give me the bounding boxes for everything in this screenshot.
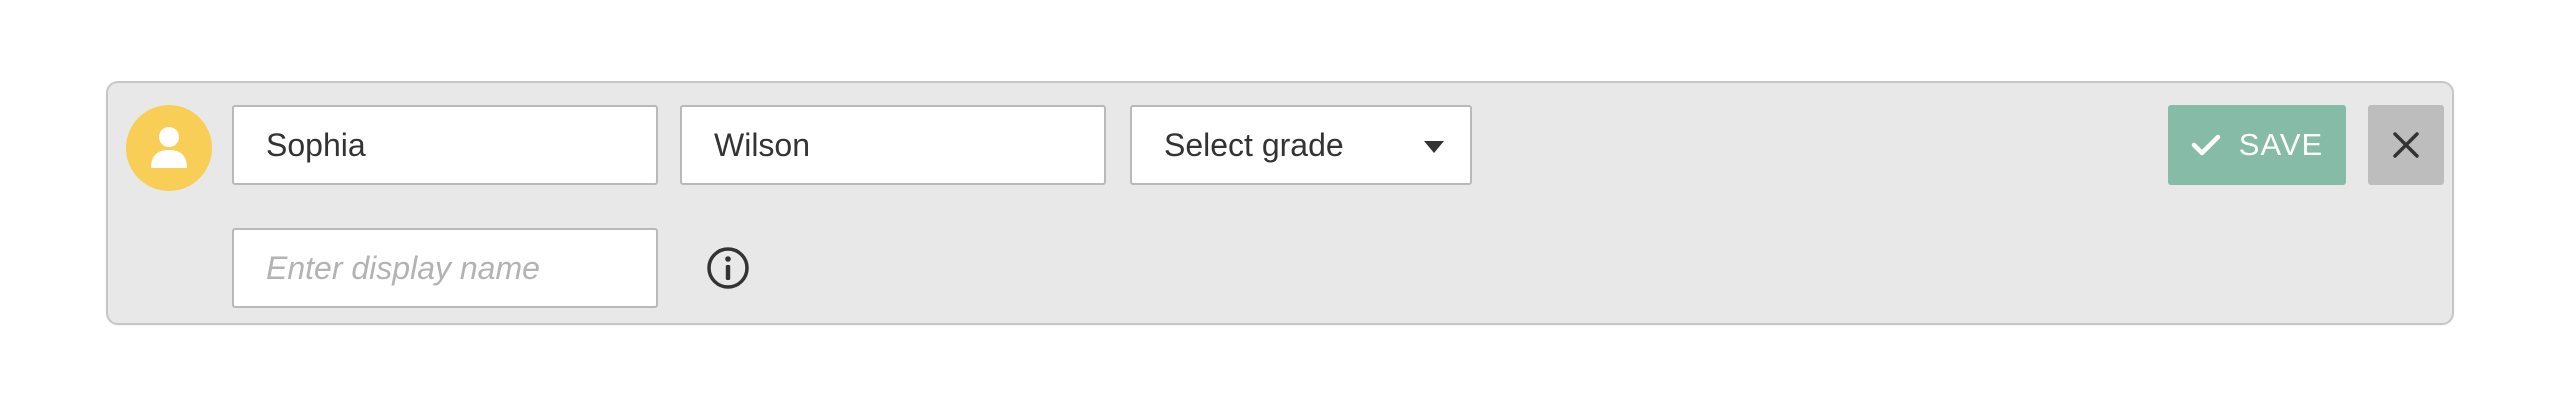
grade-select-label: Select grade [1164,126,1344,163]
info-icon[interactable] [702,242,754,294]
student-edit-row: Select grade SAVE [106,81,2454,325]
close-button[interactable] [2368,105,2444,185]
avatar [126,105,212,191]
grade-select[interactable]: Select grade [1130,105,1472,185]
check-icon [2191,134,2221,156]
user-icon [151,127,187,168]
last-name-input[interactable] [680,105,1106,185]
chevron-down-icon [1424,141,1444,153]
save-button-label: SAVE [2238,127,2324,162]
display-name-input[interactable] [232,228,658,308]
close-icon [2393,132,2419,158]
first-name-input[interactable] [232,105,658,185]
save-button[interactable]: SAVE [2168,105,2346,185]
